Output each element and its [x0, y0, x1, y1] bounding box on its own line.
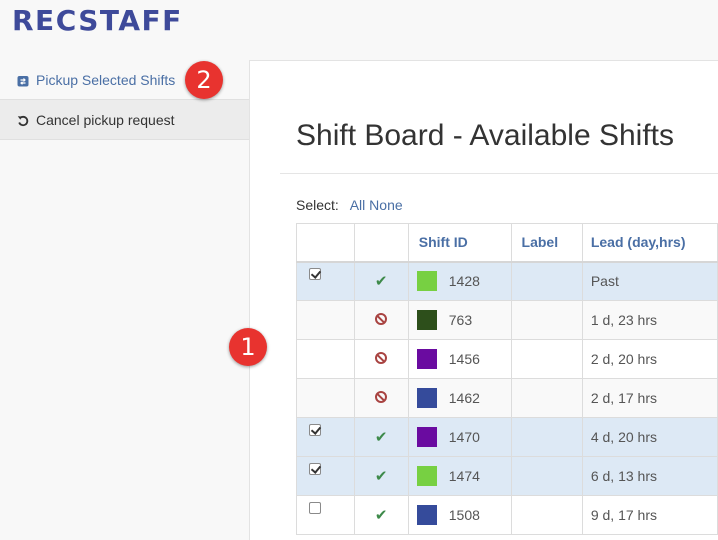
- row-select-cell: [296, 495, 355, 535]
- row-status-cell: ✔: [353, 417, 409, 457]
- shift-color-swatch: [416, 388, 437, 408]
- row-label-cell: [510, 456, 583, 496]
- row-select-cell: [296, 300, 355, 340]
- row-select-cell: [296, 417, 355, 457]
- calendar-swap-icon: [17, 74, 29, 86]
- shift-color-swatch: [416, 466, 437, 486]
- row-select-cell: [296, 378, 355, 418]
- table-header-row: Shift ID Label Lead (day,hrs): [296, 223, 718, 263]
- row-shift-id-cell: 1462: [407, 378, 512, 418]
- shift-id-text: 1474: [448, 468, 480, 484]
- row-lead-cell: 9 d, 17 hrs: [581, 495, 718, 535]
- ban-icon: [375, 352, 388, 364]
- pickup-selected-shifts-label: Pickup Selected Shifts: [36, 71, 176, 88]
- row-lead-cell: 6 d, 13 hrs: [581, 456, 718, 496]
- row-label-cell: [510, 300, 583, 340]
- shift-id-text: 1456: [448, 351, 480, 367]
- ban-icon: [375, 391, 388, 403]
- row-status-cell: ✔: [353, 495, 409, 535]
- row-lead-cell: 1 d, 23 hrs: [581, 300, 718, 340]
- row-shift-id-cell: 1474: [407, 456, 512, 496]
- row-lead-cell: 2 d, 17 hrs: [581, 378, 718, 418]
- select-none-link[interactable]: None: [369, 197, 402, 213]
- row-status-cell: [353, 339, 409, 379]
- select-label: Select:: [296, 197, 339, 213]
- shift-id-text: 1508: [448, 507, 480, 523]
- checkmark-icon: ✔: [374, 273, 388, 291]
- row-status-cell: [353, 378, 409, 418]
- shift-color-swatch: [416, 349, 437, 369]
- main-content: Shift Board - Available Shifts Select: A…: [249, 60, 718, 540]
- table-row[interactable]: 1462 2 d, 17 hrs: [296, 378, 718, 418]
- table-row[interactable]: 1456 2 d, 20 hrs: [296, 339, 718, 379]
- row-label-cell: [510, 339, 583, 379]
- row-shift-id-cell: 1508: [407, 495, 512, 535]
- shift-color-swatch: [416, 427, 437, 447]
- row-lead-cell: 2 d, 20 hrs: [581, 339, 718, 379]
- row-lead-cell: 4 d, 20 hrs: [581, 417, 718, 457]
- annotation-badge-2: 2: [185, 61, 223, 99]
- shift-color-swatch: [416, 505, 437, 525]
- shift-color-swatch: [416, 271, 437, 292]
- row-status-cell: [353, 300, 409, 340]
- checkmark-icon: ✔: [374, 468, 388, 485]
- shifts-table: Shift ID Label Lead (day,hrs) ✔ 1428 Past 7…: [296, 223, 718, 535]
- table-row[interactable]: ✔ 1470 4 d, 20 hrs: [296, 417, 718, 457]
- header-lead[interactable]: Lead (day,hrs): [581, 223, 718, 263]
- annotation-badge-1: 1: [229, 328, 267, 366]
- shift-id-text: 1462: [448, 390, 480, 406]
- row-shift-id-cell: 1470: [407, 417, 512, 457]
- row-shift-id-cell: 1428: [407, 261, 512, 301]
- cancel-pickup-request-label: Cancel pickup request: [36, 111, 175, 128]
- cancel-pickup-request-button[interactable]: Cancel pickup request: [0, 100, 249, 140]
- row-shift-id-cell: 1456: [407, 339, 512, 379]
- row-select-cell: [296, 261, 355, 301]
- row-checkbox[interactable]: [309, 502, 321, 514]
- row-status-cell: ✔: [353, 456, 409, 496]
- shift-id-text: 1428: [448, 273, 480, 290]
- table-row[interactable]: ✔ 1508 9 d, 17 hrs: [296, 495, 718, 535]
- table-row[interactable]: ✔ 1428 Past: [296, 261, 718, 301]
- row-label-cell: [510, 417, 583, 457]
- row-label-cell: [510, 378, 583, 418]
- table-row[interactable]: ✔ 1474 6 d, 13 hrs: [296, 456, 718, 496]
- row-label-cell: [510, 495, 583, 535]
- undo-icon: [17, 114, 29, 126]
- page-title: Shift Board - Available Shifts: [296, 119, 674, 152]
- row-checkbox[interactable]: [309, 268, 321, 281]
- row-select-cell: [296, 339, 355, 379]
- row-lead-cell: Past: [581, 261, 718, 301]
- app-logo: RECSTAFF: [12, 4, 183, 37]
- header-label[interactable]: Label: [510, 223, 583, 263]
- title-divider: [280, 173, 718, 174]
- row-select-cell: [296, 456, 355, 496]
- checkmark-icon: ✔: [374, 429, 388, 446]
- checkmark-icon: ✔: [374, 507, 388, 524]
- row-label-cell: [510, 261, 583, 301]
- row-checkbox[interactable]: [309, 424, 321, 436]
- header-select: [296, 223, 355, 263]
- row-status-cell: ✔: [353, 261, 409, 301]
- row-shift-id-cell: 763: [407, 300, 512, 340]
- select-controls: Select: All None: [296, 197, 403, 213]
- shift-color-swatch: [416, 310, 437, 330]
- header-shift-id[interactable]: Shift ID: [407, 223, 512, 263]
- select-all-link[interactable]: All: [350, 197, 366, 213]
- header-status: [353, 223, 409, 263]
- table-row[interactable]: 763 1 d, 23 hrs: [296, 300, 718, 340]
- ban-icon: [375, 313, 388, 325]
- row-checkbox[interactable]: [309, 463, 321, 475]
- shift-id-text: 1470: [448, 429, 480, 445]
- shift-id-text: 763: [448, 312, 473, 328]
